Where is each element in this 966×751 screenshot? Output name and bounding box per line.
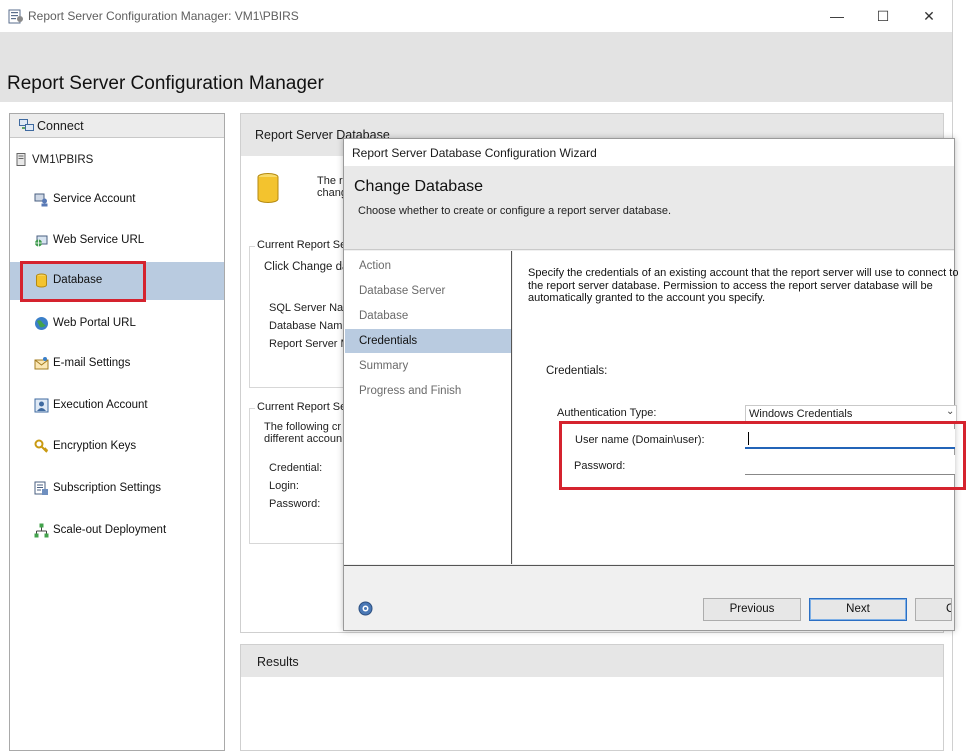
change-database-hint: Click Change da: [264, 261, 349, 273]
annotation-highlight-database: [20, 261, 146, 302]
sidebar-item-label: Subscription Settings: [53, 482, 162, 494]
key-icon: [34, 439, 49, 453]
sidebar-item-label: Service Account: [53, 193, 136, 205]
sql-server-name-label: SQL Server Nar: [269, 302, 347, 314]
wizard-step-summary[interactable]: Summary: [345, 354, 511, 378]
cancel-button[interactable]: C: [915, 598, 952, 621]
credentials-description-line: Specify the credentials of an existing a…: [528, 267, 959, 279]
server-icon: [16, 153, 26, 166]
password-label: Password:: [269, 498, 321, 510]
sidebar-item-email-settings[interactable]: E-mail Settings: [10, 345, 224, 383]
sidebar-item-label: Web Portal URL: [53, 317, 136, 329]
sidebar-item-label: Web Service URL: [53, 234, 145, 246]
sidebar-item-service-account[interactable]: Service Account: [10, 181, 224, 219]
connect-button[interactable]: Connect: [37, 119, 84, 133]
credentials-description-line: the report server database. Permission t…: [528, 279, 933, 292]
sidebar-item-web-service-url[interactable]: Web Service URL: [10, 222, 224, 260]
credentials-label: Credentials:: [546, 365, 608, 377]
credential-info-text: different accoun: [264, 433, 343, 445]
chevron-down-icon[interactable]: ⌄: [946, 406, 954, 417]
credential-info-text: The following cr: [264, 421, 342, 433]
current-credential-group-label: Current Report Se: [255, 401, 349, 413]
close-button[interactable]: ✕: [906, 0, 952, 32]
subscription-icon: [34, 481, 48, 495]
globe-icon: [35, 317, 48, 330]
next-button[interactable]: Next: [809, 598, 907, 621]
current-database-group-label: Current Report Se: [255, 239, 349, 251]
credentials-description: Specify the credentials of an existing a…: [528, 267, 960, 305]
sidebar-item-label: Scale-out Deployment: [53, 524, 167, 536]
wizard-step-credentials[interactable]: Credentials: [345, 329, 511, 353]
wizard-subheading: Choose whether to create or configure a …: [358, 205, 672, 217]
sidebar-item-label: Encryption Keys: [53, 440, 137, 452]
results-title: Results: [257, 655, 299, 669]
sidebar-item-label: Execution Account: [53, 399, 148, 411]
credentials-description-line: automatically granted to the account you…: [528, 292, 766, 304]
minimize-button[interactable]: —: [814, 0, 860, 32]
wizard-step-database-server[interactable]: Database Server: [345, 279, 511, 303]
previous-button[interactable]: Previous: [703, 598, 801, 621]
sidebar-item-web-portal-url[interactable]: Web Portal URL: [10, 305, 224, 343]
wizard-title: Report Server Database Configuration Wiz…: [352, 146, 597, 160]
wizard-step-action[interactable]: Action: [345, 254, 511, 278]
database-name-label: Database Nam: [269, 320, 343, 332]
help-icon[interactable]: [358, 601, 373, 616]
wizard-step-database[interactable]: Database: [345, 304, 511, 328]
wizard-heading: Change Database: [354, 178, 483, 195]
sidebar-item-label: E-mail Settings: [53, 357, 131, 369]
login-label: Login:: [269, 480, 299, 492]
sidebar-item-subscription-settings[interactable]: Subscription Settings: [10, 470, 224, 508]
report-server-mode-label: Report Server M: [269, 338, 350, 350]
database-icon: [257, 173, 279, 203]
wizard-step-progress-and-finish[interactable]: Progress and Finish: [345, 379, 511, 403]
server-instance-label[interactable]: VM1\PBIRS: [32, 154, 93, 166]
credential-label: Credential:: [269, 462, 323, 474]
sidebar-item-scale-out-deployment[interactable]: Scale-out Deployment: [10, 512, 224, 550]
window-title: Report Server Configuration Manager: VM1…: [28, 9, 299, 23]
app-title: Report Server Configuration Manager: [7, 73, 324, 94]
annotation-highlight-credentials: [559, 421, 966, 490]
service-account-icon: [34, 193, 48, 207]
results-header: [241, 645, 943, 677]
scaleout-icon: [34, 523, 49, 538]
maximize-button[interactable]: ☐: [860, 0, 906, 32]
authentication-type-label: Authentication Type:: [557, 407, 657, 419]
web-service-url-icon: [35, 235, 48, 247]
execution-account-icon: [34, 398, 49, 413]
report-server-app-icon: [8, 9, 23, 24]
connect-icon[interactable]: [19, 119, 34, 132]
sidebar-item-execution-account[interactable]: Execution Account: [10, 387, 224, 425]
email-icon: [34, 357, 49, 370]
sidebar-item-encryption-keys[interactable]: Encryption Keys: [10, 428, 224, 466]
